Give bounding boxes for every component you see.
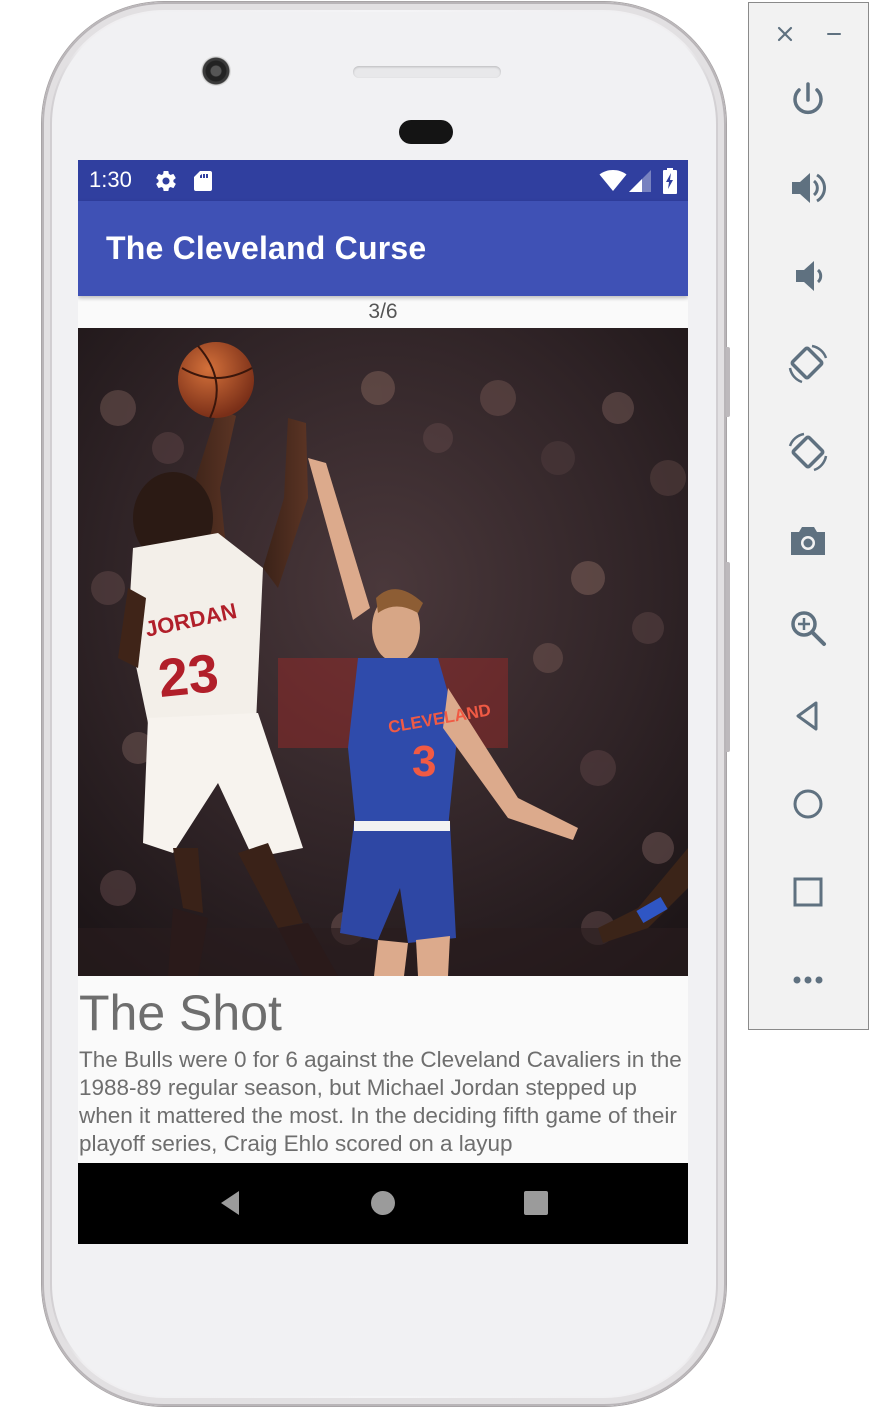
- volume-down-button[interactable]: [785, 253, 831, 299]
- story-title: The Shot: [79, 985, 282, 1041]
- story-body: The Bulls were 0 for 6 against the Cleve…: [79, 1047, 682, 1156]
- camera-icon: [791, 527, 825, 555]
- basketball-photo-illustration: JORDAN 23 CLEVELAND 3: [78, 328, 688, 976]
- emulator-toolbar: [748, 2, 869, 1030]
- jersey-number-left: 23: [155, 643, 221, 709]
- close-icon[interactable]: [774, 23, 796, 45]
- home-icon[interactable]: [368, 1188, 398, 1218]
- back-icon[interactable]: [215, 1188, 245, 1218]
- app-title: The Cleveland Curse: [106, 230, 427, 266]
- proximity-sensor: [399, 120, 453, 144]
- more-button[interactable]: [785, 957, 831, 1003]
- zoom-icon: [791, 611, 826, 646]
- toolbar-overview-button[interactable]: [785, 869, 831, 915]
- battery-charging-icon: [663, 168, 677, 194]
- wifi-icon: [599, 170, 627, 191]
- screenshot-button[interactable]: [785, 517, 831, 563]
- toolbar-back-button[interactable]: [785, 693, 831, 739]
- rotate-right-button[interactable]: [785, 429, 831, 475]
- volume-down-icon: [796, 261, 823, 291]
- more-icon: [793, 976, 823, 984]
- toolbar-home-button[interactable]: [785, 781, 831, 827]
- sd-card-icon: [194, 171, 212, 191]
- phone-side-button: [726, 347, 730, 417]
- app-bar: The Cleveland Curse: [78, 201, 688, 296]
- phone-screen: 1:30 The Cleveland Curse 3/6 JORDAN 23 C…: [78, 160, 688, 1244]
- zoom-button[interactable]: [785, 605, 831, 651]
- jersey-number-right: 3: [412, 737, 436, 786]
- rotate-right-icon: [788, 432, 828, 472]
- power-icon: [793, 82, 823, 115]
- volume-up-icon: [792, 173, 827, 203]
- story-photo[interactable]: JORDAN 23 CLEVELAND 3: [78, 328, 688, 976]
- phone-side-button: [726, 562, 730, 752]
- front-camera: [201, 56, 231, 86]
- emulator-stage: 1:30 The Cleveland Curse 3/6 JORDAN 23 C…: [0, 0, 870, 1428]
- cell-signal-icon: [629, 170, 651, 192]
- status-time: 1:30: [89, 167, 132, 192]
- rotate-left-button[interactable]: [785, 341, 831, 387]
- page-counter: 3/6: [368, 300, 398, 323]
- home-icon: [793, 789, 823, 819]
- settings-icon: [156, 171, 176, 192]
- navigation-bar: [78, 1163, 688, 1244]
- recents-icon[interactable]: [521, 1188, 551, 1218]
- earpiece-speaker: [353, 66, 501, 78]
- power-button[interactable]: [785, 77, 831, 123]
- rotate-left-icon: [788, 344, 828, 384]
- back-icon: [796, 701, 818, 731]
- status-bar: 1:30: [78, 160, 688, 201]
- overview-icon: [793, 877, 823, 907]
- volume-up-button[interactable]: [785, 165, 831, 211]
- minimize-icon[interactable]: [823, 23, 845, 45]
